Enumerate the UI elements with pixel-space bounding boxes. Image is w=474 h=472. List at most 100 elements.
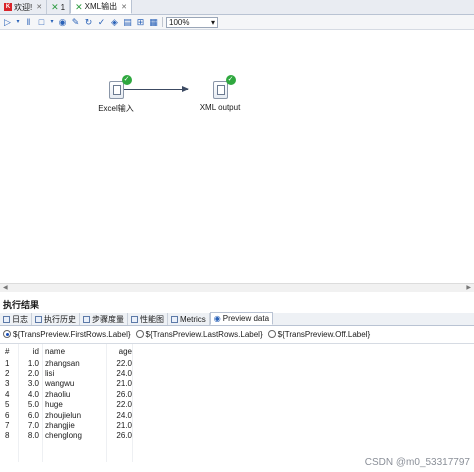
column-header[interactable]: # [0,347,18,356]
table-cell: 6.0 [27,410,39,420]
transformation-icon: ✕ [75,1,83,12]
table-cell: 1 [5,358,10,368]
step-excel-input[interactable]: ✓ Excel输入 [86,75,146,114]
table-cell: 26.0 [116,431,132,441]
eye-icon: ◉ [213,314,221,323]
table-cell: zhangsan [45,358,80,368]
hop-line[interactable] [124,89,188,90]
table-cell: 24.0 [116,410,132,420]
column-header[interactable]: name [42,347,106,356]
stop-dropdown-icon[interactable]: ▾ [49,17,55,28]
chevron-down-icon: ▾ [210,17,215,27]
table-cell: 26.0 [116,389,132,399]
table-cell: 3.0 [27,379,39,389]
stop-icon[interactable]: □ [36,17,47,28]
table-body: 1 1.0 zhangsan 22.0 2 2.0 lisi 24.0 3 3.0 wangwu 21… [0,358,474,441]
close-icon[interactable]: ✕ [121,3,127,11]
hop-arrow-icon [182,86,189,92]
verify-icon[interactable]: ✓ [96,17,107,28]
results-tab-bar: 日志 执行历史 步骤度量 性能图 Metrics ◉ Preview data [0,312,474,326]
table-cell: 1.0 [27,358,39,368]
radio-first-rows[interactable]: ${TransPreview.FirstRows.Label} [3,330,131,339]
table-cell: wangwu [45,379,75,389]
table-cell: lisi [45,369,55,379]
preview-icon[interactable]: ◉ [57,17,68,28]
tab-label: 1 [60,2,66,12]
radio-label: ${TransPreview.Off.Label} [277,329,371,339]
table-row[interactable]: 8 8.0 chenglong 26.0 [0,431,474,441]
metrics-icon [83,315,90,323]
column-divider [132,344,133,462]
tab-label: XML输出 [84,2,118,11]
zoom-select[interactable]: 100% ▾ [166,16,218,28]
watermark: CSDN @m0_53317797 [364,457,470,468]
radio-button[interactable] [135,330,144,338]
debug-icon[interactable]: ✎ [70,17,81,28]
table-cell: huge [45,400,63,410]
table-cell: 7 [5,421,10,431]
show-results-icon[interactable]: ▦ [148,17,159,28]
tab-performance-graph[interactable]: 性能图 [128,313,168,325]
replay-icon[interactable]: ↻ [83,17,94,28]
transformation-toolbar: ▷ ▾ ‖ □ ▾ ◉ ✎ ↻ ✓ ◈ ▤ ⊞ ▦ 100% ▾ [0,15,474,30]
step-xml-output[interactable]: ✓ XML output [190,75,250,112]
canvas-horizontal-scrollbar[interactable]: ◀ ▶ [0,283,474,292]
check-icon: ✓ [121,75,132,85]
tab-step-metrics[interactable]: 步骤度量 [80,313,128,325]
metrics-doc-icon [171,315,178,323]
table-cell: 21.0 [116,379,132,389]
tab-transformation-1[interactable]: ✕ 1 [47,0,71,14]
table-cell: 3 [5,379,10,389]
radio-last-rows[interactable]: ${TransPreview.LastRows.Label} [135,330,263,339]
table-row[interactable]: 2 2.0 lisi 24.0 [0,368,474,378]
results-panel-title: 执行结果 [3,300,40,310]
table-cell: zhangjie [45,421,75,431]
table-row[interactable]: 5 5.0 huge 22.0 [0,400,474,410]
table-cell: 21.0 [116,421,132,431]
tab-welcome[interactable]: K 欢迎! ✕ [0,0,48,14]
log-icon [3,315,10,323]
impact-icon[interactable]: ◈ [109,17,120,28]
column-header[interactable]: id [18,347,42,356]
close-icon[interactable]: ✕ [36,3,42,11]
run-options-dropdown-icon[interactable]: ▾ [15,17,21,28]
editor-tab-bar: K 欢迎! ✕ ✕ 1 ✕ XML输出 ✕ [0,0,474,15]
table-row[interactable]: 7 7.0 zhangjie 21.0 [0,420,474,430]
table-cell: 4.0 [27,389,39,399]
radio-button[interactable] [267,330,276,338]
tab-log[interactable]: 日志 [0,313,32,325]
tab-preview-data[interactable]: ◉ Preview data [209,312,274,325]
run-icon[interactable]: ▷ [2,17,13,28]
table-cell: 2.0 [27,369,39,379]
table-cell: 22.0 [116,400,132,410]
tab-metrics[interactable]: Metrics [168,313,210,325]
table-row[interactable]: 6 6.0 zhoujielun 24.0 [0,410,474,420]
radio-off[interactable]: ${TransPreview.Off.Label} [267,329,371,339]
pause-icon[interactable]: ‖ [23,17,34,28]
column-header[interactable]: age [106,347,132,356]
tab-execution-history[interactable]: 执行历史 [32,313,80,325]
table-cell: 5.0 [27,400,39,410]
table-cell: zhoujielun [45,410,82,420]
radio-label: ${TransPreview.FirstRows.Label} [13,329,131,339]
table-row[interactable]: 4 4.0 zhaoliu 26.0 [0,389,474,399]
scroll-right-icon[interactable]: ▶ [466,284,471,293]
tab-xml-output[interactable]: ✕ XML输出 ✕ [70,0,132,14]
table-row[interactable]: 1 1.0 zhangsan 22.0 [0,358,474,368]
table-cell: 22.0 [116,358,132,368]
tab-label: 日志 [12,314,28,324]
scroll-left-icon[interactable]: ◀ [3,284,8,293]
tab-label: Metrics [180,314,206,324]
table-header: # id name age [0,344,474,358]
radio-button[interactable] [3,330,11,338]
table-row[interactable]: 3 3.0 wangwu 21.0 [0,379,474,389]
table-cell: 2 [5,369,10,379]
sql-icon[interactable]: ▤ [122,17,133,28]
table-cell: 4 [5,389,10,399]
explore-db-icon[interactable]: ⊞ [135,17,146,28]
history-icon [35,315,42,323]
transformation-canvas[interactable]: ✓ Excel输入 ✓ XML output [0,31,474,283]
table-cell: 7.0 [27,421,39,431]
column-divider [42,344,43,462]
excel-input-icon: ✓ [108,75,132,99]
